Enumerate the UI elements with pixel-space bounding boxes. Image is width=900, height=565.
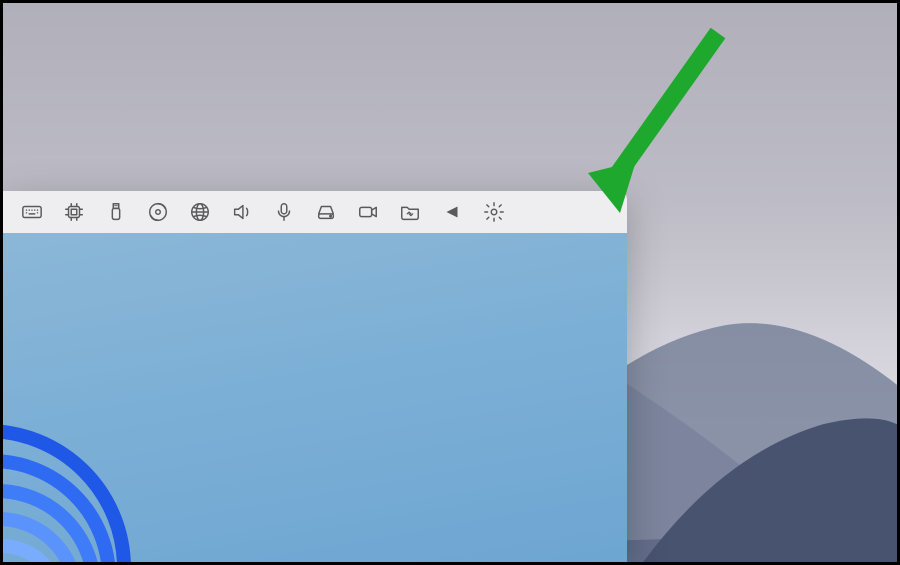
screenshot-frame [3,3,897,562]
hard-disk-icon[interactable] [310,196,342,228]
microphone-icon[interactable] [268,196,300,228]
usb-icon[interactable] [100,196,132,228]
windows-bloom-wallpaper [3,392,163,562]
cpu-icon[interactable] [58,196,90,228]
camera-icon[interactable] [352,196,384,228]
disc-icon[interactable] [142,196,174,228]
resume-play-icon[interactable] [436,196,468,228]
shared-folders-icon[interactable] [394,196,426,228]
settings-gear-icon[interactable] [478,196,510,228]
guest-desktop [3,233,627,562]
sound-icon[interactable] [226,196,258,228]
network-icon[interactable] [184,196,216,228]
keyboard-icon[interactable] [16,196,48,228]
vm-window [3,191,627,562]
vm-toolbar [3,191,627,234]
